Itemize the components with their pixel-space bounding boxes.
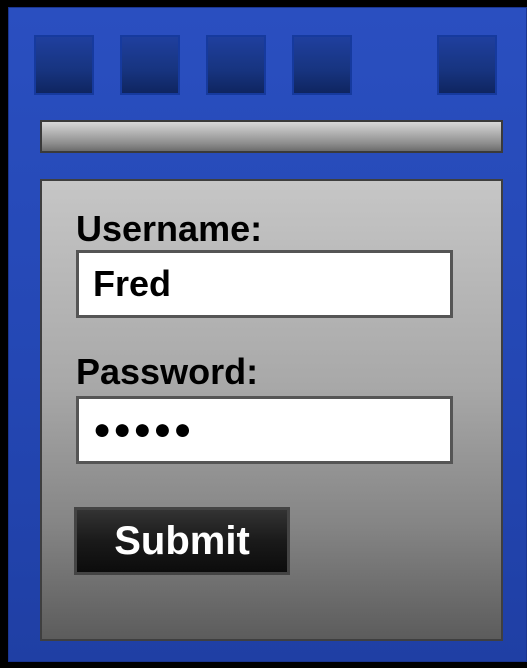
login-form-panel: Username: Fred Password: ●●●●● Submit <box>40 179 503 641</box>
toolbar-button-1[interactable] <box>34 35 94 95</box>
username-input[interactable]: Fred <box>76 250 453 318</box>
address-bar[interactable] <box>40 120 503 153</box>
browser-window: Username: Fred Password: ●●●●● Submit <box>8 7 527 662</box>
toolbar-button-5[interactable] <box>437 35 497 95</box>
toolbar-button-3[interactable] <box>206 35 266 95</box>
username-label: Username: <box>76 208 263 249</box>
submit-button[interactable]: Submit <box>74 507 290 575</box>
toolbar-button-2[interactable] <box>120 35 180 95</box>
password-input[interactable]: ●●●●● <box>76 396 453 464</box>
password-label: Password: <box>76 351 259 392</box>
toolbar-button-4[interactable] <box>292 35 352 95</box>
